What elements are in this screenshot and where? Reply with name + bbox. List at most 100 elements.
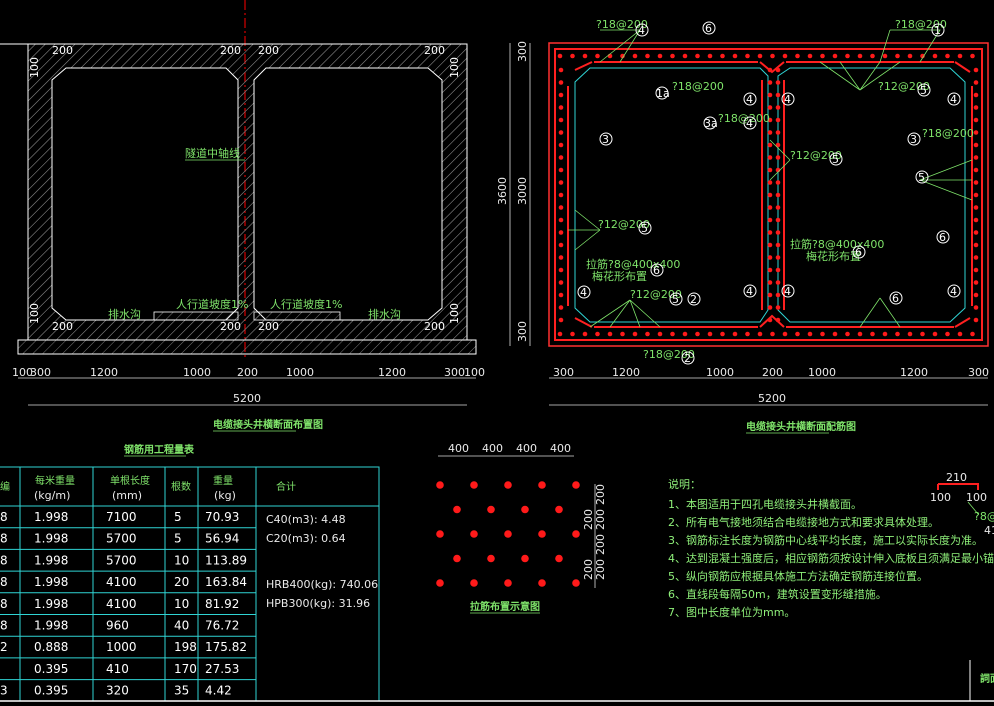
rebar-dot [775,217,781,223]
rebar-dot [767,67,773,73]
table-cell: 5 [174,510,182,524]
left-cell [51,67,239,321]
rebar-dot [558,105,564,110]
table-cell: 8 [0,619,8,633]
dim: 100 [464,366,485,379]
table-cell: 5700 [106,553,137,567]
table-cell: 7100 [106,510,137,524]
haunch-v-tr: 100 [448,57,461,78]
rebar-dot [767,317,773,323]
callout-number: 4 [950,93,957,106]
rebar-dot [870,331,875,337]
rebar-dot [973,242,979,248]
rebar-dot [767,305,773,310]
rebar-dot [832,331,838,337]
rebar-label: ?18@200 [922,127,974,140]
rebar-dot [775,92,781,98]
dim: 300 [30,366,51,379]
rebar-dot [775,292,781,298]
rebar-dot [558,92,564,98]
rebar-dot [732,53,738,59]
total-hpb: HPB300(kg): 31.96 [266,597,370,610]
dim: 200 [762,366,783,379]
table-cell: 198 [174,640,197,654]
rebar-dot [595,331,600,337]
rebar-dot [558,155,564,160]
rebar-dot [775,242,781,248]
rebar-dot [775,180,781,185]
rebar-dot [558,192,564,198]
haunch-v-bl: 100 [28,303,41,324]
rebar-dot [558,317,564,323]
note-item: 1、本图适用于四孔电缆接头井横截面。 [668,497,862,511]
rebar-dot [558,242,564,248]
rebar-dot [775,130,781,135]
dim: 1200 [378,366,406,379]
table-body: 8 1.998 7100 5 70.93 8 1.998 5700 5 56.94 8 1.998 57… [0,510,247,698]
rebar-dot [973,130,979,135]
rebar-dot [973,167,979,173]
rebar-dot [907,331,913,337]
rebar-dot [767,105,773,110]
rebar-dot [595,53,600,59]
tie-dot [521,505,529,514]
table-cell: 10 [174,597,189,611]
tie-dot [538,530,546,538]
rebar-dot [558,167,564,173]
tie-dot [538,481,546,489]
cad-drawing-canvas: 200 200 200 200 200 200 200 200 100 100 … [0,0,994,702]
rebar-dot [932,53,938,59]
rebar-dot [970,53,975,59]
tie-dot [436,481,444,489]
callout-number: 6 [705,22,712,35]
rebar-dot [775,205,781,210]
rebar-dots [557,53,979,337]
rebar-dot [770,53,775,59]
hook-right-dim: 100 [966,491,987,504]
rebar-dot [558,205,564,210]
callout-number: 4 [746,117,753,130]
tie-dot [470,530,478,538]
rebar-dot [973,267,979,273]
tie-dot [487,505,495,514]
table-cell: 8 [0,553,8,567]
tie-dot [572,481,580,489]
dim: 1200 [612,366,640,379]
callout-number: 2 [690,293,697,306]
table-cell: 40 [174,619,189,633]
callout-number: 3 [910,133,917,146]
rebar-dot [775,117,781,123]
rebar-dot [882,331,888,337]
rebar-dot [620,331,625,337]
rebar-dot [957,331,963,337]
callout-number: 3 [602,133,609,146]
callout-number: 5 [920,84,927,97]
callout-number: 1 [934,24,941,37]
tie-sub-label: 梅花形布置 [592,269,647,283]
rebar-dot [632,331,638,337]
right-cell [253,67,443,321]
table-cell: 35 [174,684,189,698]
rebar-dot [973,105,979,110]
callout-number: 4 [746,93,753,106]
table-cell: 163.84 [205,575,247,589]
table-cell: 410 [106,662,129,676]
tie-dot [453,554,461,563]
tie-dot [538,579,546,587]
rebar-dot [973,205,979,210]
rebar-dot [820,53,825,59]
table-cell: 960 [106,619,129,633]
table-header-unit: (kg) [214,489,236,502]
rebar-dot [973,142,979,148]
callout-number: 6 [855,246,862,259]
table-header: 重量 [213,474,233,487]
dim: 200 [594,559,607,580]
left-section-drawing: 200 200 200 200 200 200 200 200 100 100 … [0,0,485,432]
table-cell: 4.42 [205,684,232,698]
rebar-dot [973,155,979,160]
rebar-dot [775,105,781,110]
rebar-dot [957,53,963,59]
table-cell: 1.998 [34,532,68,546]
callout-number: 5 [918,171,925,184]
haunch-dim-tc2: 200 [258,44,279,57]
